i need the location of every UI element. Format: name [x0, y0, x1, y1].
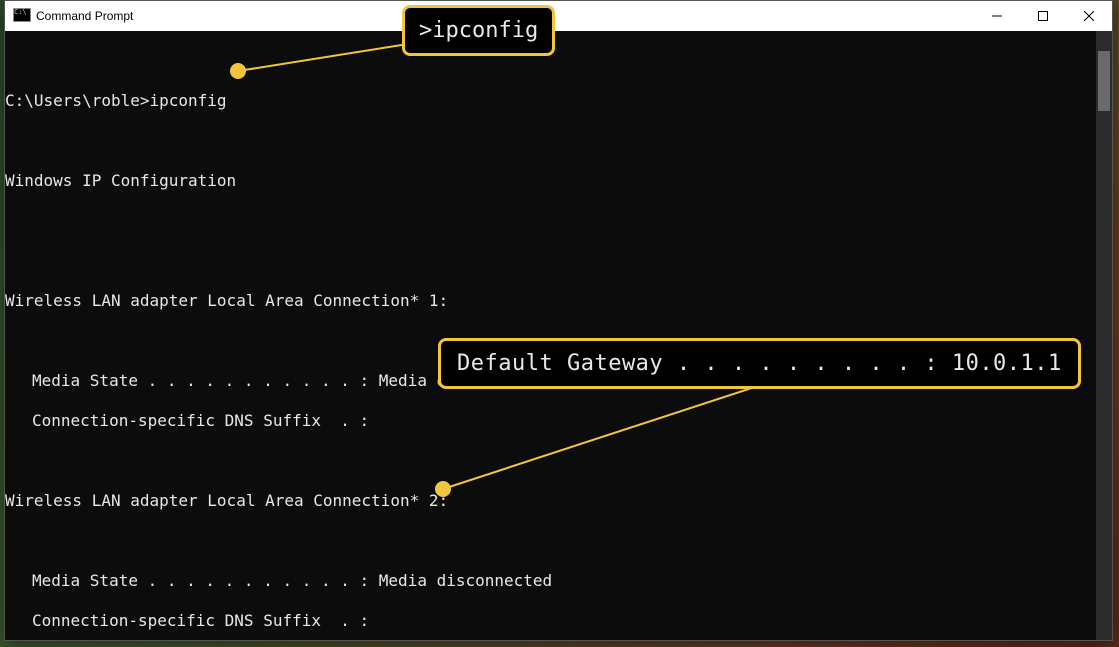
minimize-button[interactable]	[974, 1, 1020, 31]
prompt-line: C:\Users\roble>ipconfig	[5, 91, 1096, 111]
adapter-heading: Wireless LAN adapter Local Area Connecti…	[5, 491, 1096, 511]
terminal-area[interactable]: C:\Users\roble>ipconfig Windows IP Confi…	[5, 31, 1112, 640]
callout-default-gateway: Default Gateway . . . . . . . . . : 10.0…	[438, 338, 1081, 389]
terminal-line	[5, 531, 1096, 551]
minimize-icon	[992, 11, 1002, 21]
terminal-line	[5, 131, 1096, 151]
close-icon	[1084, 11, 1094, 21]
callout-ipconfig: >ipconfig	[402, 5, 555, 56]
terminal-content: C:\Users\roble>ipconfig Windows IP Confi…	[5, 31, 1096, 640]
scrollbar-thumb[interactable]	[1098, 51, 1110, 111]
terminal-line: Connection-specific DNS Suffix . :	[5, 411, 1096, 431]
terminal-line	[5, 211, 1096, 231]
callout-text: Default Gateway . . . . . . . . . : 10.0…	[457, 351, 1062, 376]
vertical-scrollbar[interactable]	[1096, 31, 1112, 640]
command-prompt-window: Command Prompt C:\Users\roble>ipconfig W…	[4, 0, 1113, 641]
terminal-line: Media State . . . . . . . . . . . : Medi…	[5, 571, 1096, 591]
annotation-dot	[435, 481, 451, 497]
terminal-line: Connection-specific DNS Suffix . :	[5, 611, 1096, 631]
maximize-button[interactable]	[1020, 1, 1066, 31]
terminal-line: Windows IP Configuration	[5, 171, 1096, 191]
maximize-icon	[1038, 11, 1048, 21]
close-button[interactable]	[1066, 1, 1112, 31]
terminal-line	[5, 251, 1096, 271]
annotation-dot	[230, 63, 246, 79]
cmd-icon	[13, 8, 29, 24]
adapter-heading: Wireless LAN adapter Local Area Connecti…	[5, 291, 1096, 311]
window-titlebar[interactable]: Command Prompt	[5, 1, 1112, 31]
terminal-line	[5, 451, 1096, 471]
window-title: Command Prompt	[36, 9, 133, 23]
callout-text: >ipconfig	[419, 18, 538, 43]
